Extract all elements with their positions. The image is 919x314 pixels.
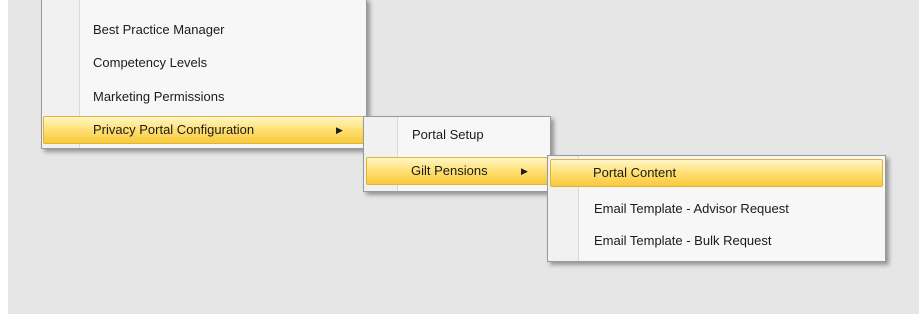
menu-item-label: Email Template - Bulk Request [594, 233, 772, 248]
menu-item-best-practice-manager[interactable]: Best Practice Manager [44, 17, 364, 43]
menu-item-label: Privacy Portal Configuration [93, 122, 255, 137]
context-menu-level1: Best Practice Manager Competency Levels … [41, 0, 367, 149]
desktop-background: Best Practice Manager Competency Levels … [8, 0, 919, 314]
menu-item-label: Email Template - Advisor Request [594, 201, 789, 216]
menu-item-label: Marketing Permissions [93, 89, 225, 104]
menu-item-label: Best Practice Manager [93, 22, 225, 37]
menu-item-gilt-pensions[interactable]: Gilt Pensions ▶ [366, 157, 548, 185]
submenu-arrow-icon: ▶ [336, 125, 343, 135]
submenu-arrow-icon: ▶ [521, 166, 528, 176]
menu-item-portal-content[interactable]: Portal Content [550, 159, 883, 187]
menu-item-privacy-portal-configuration[interactable]: Privacy Portal Configuration ▶ [43, 116, 365, 144]
context-menu-level2: Portal Setup Gilt Pensions ▶ [363, 116, 551, 192]
menu-item-portal-setup[interactable]: Portal Setup [366, 122, 548, 148]
menu-item-email-template-bulk-request[interactable]: Email Template - Bulk Request [550, 228, 883, 254]
menu-item-label: Portal Setup [412, 127, 484, 142]
context-menu-level3: Portal Content Email Template - Advisor … [547, 155, 886, 262]
menu-item-label: Gilt Pensions [411, 163, 488, 178]
menu-item-marketing-permissions[interactable]: Marketing Permissions [44, 84, 364, 110]
menu-item-competency-levels[interactable]: Competency Levels [44, 50, 364, 76]
menu-item-label: Portal Content [593, 165, 677, 180]
menu-item-label: Competency Levels [93, 55, 208, 70]
menu-item-email-template-advisor-request[interactable]: Email Template - Advisor Request [550, 196, 883, 222]
